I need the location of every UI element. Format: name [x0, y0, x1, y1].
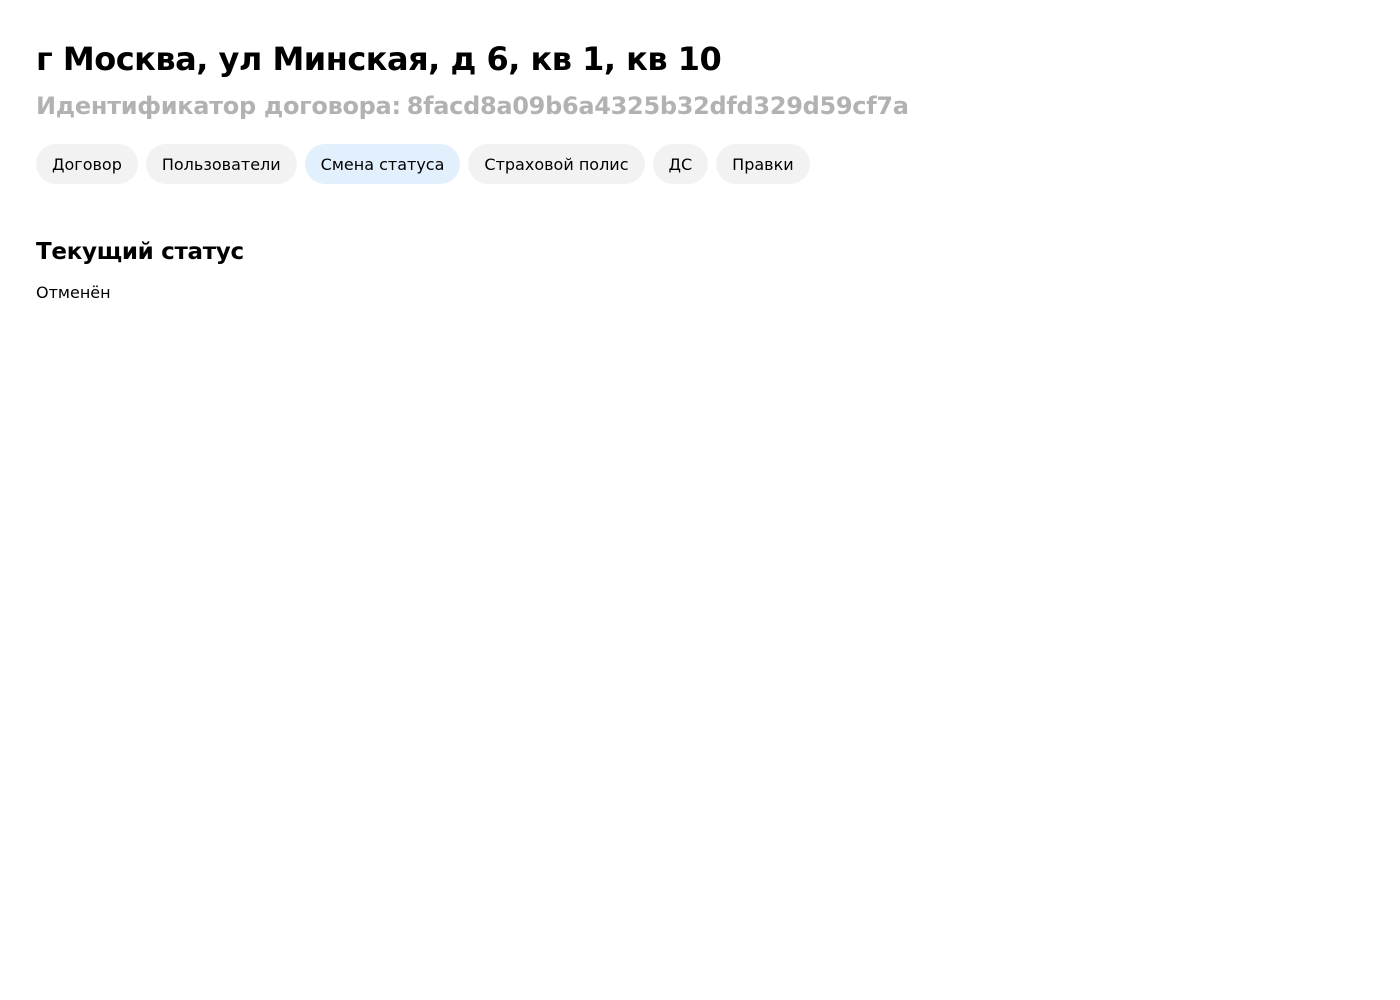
page-title: г Москва, ул Минская, д 6, кв 1, кв 10	[36, 40, 722, 78]
tab-status-change[interactable]: Смена статуса	[304, 144, 461, 184]
current-status-title: Текущий статус	[36, 239, 244, 265]
tab-insurance-policy[interactable]: Страховой полис	[468, 144, 645, 184]
contract-id: Идентификатор договора: 8facd8a09b6a4325b…	[36, 90, 1364, 122]
page: г Москва, ул Минская, д 6, кв 1, кв 10 И…	[0, 0, 1400, 1000]
tab-edits[interactable]: Правки	[716, 144, 810, 184]
current-status-value: Отменён	[36, 283, 111, 302]
tab-ds[interactable]: ДС	[652, 144, 709, 184]
contract-id-value: 8facd8a09b6a4325b32dfd329d59cf7a	[406, 92, 909, 120]
tab-contract[interactable]: Договор	[36, 144, 138, 184]
tab-users[interactable]: Пользователи	[145, 144, 297, 184]
tab-bar: Договор Пользователи Смена статуса Страх…	[36, 144, 1364, 184]
contract-id-label: Идентификатор договора:	[36, 92, 401, 120]
